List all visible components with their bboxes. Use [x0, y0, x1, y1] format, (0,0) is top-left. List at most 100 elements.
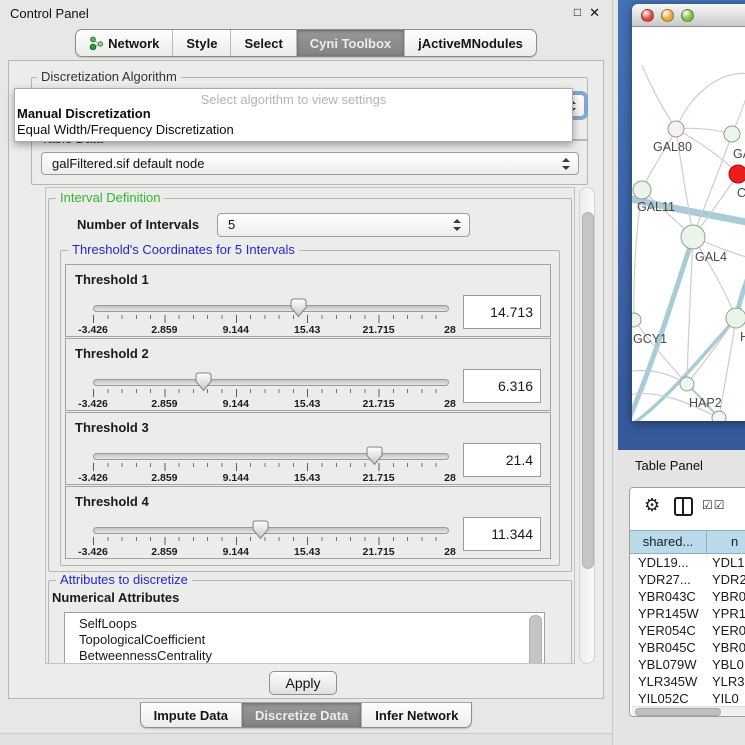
threshold-value-field[interactable]: 21.4	[463, 443, 541, 477]
threshold-value-field[interactable]: 14.713	[463, 295, 541, 329]
cyni-toolbox-panel: Discretization Algorithm Select algorith…	[8, 60, 604, 699]
network-node[interactable]	[726, 308, 745, 328]
tick-label: 2.859	[151, 546, 177, 558]
attribute-item[interactable]: BetweennessCentrality	[65, 648, 544, 664]
network-node-label: GCY1	[633, 332, 667, 346]
combo-arrows-icon	[453, 219, 461, 231]
application-window: Control Panel □ ✕ NetworkStyleSelectCyni…	[0, 0, 745, 745]
tick-label: -3.426	[78, 398, 108, 410]
threshold-value-field[interactable]: 6.316	[463, 369, 541, 403]
column-header-name[interactable]: n	[707, 530, 745, 554]
table-row[interactable]: YBR045C YBR0	[630, 639, 745, 656]
close-panel-icon[interactable]: ✕	[589, 5, 600, 21]
interval-definition-group-title: Interval Definition	[56, 191, 164, 205]
network-node[interactable]	[633, 181, 651, 199]
table-horizontal-scrollbar[interactable]	[632, 706, 745, 717]
table-row[interactable]: YPR145W YPR1	[630, 605, 745, 622]
column-header-shared-name[interactable]: shared...	[630, 530, 707, 554]
right-region: GAL80GALCDGAL11GAL4GCY1HIHAP2 Table Pane…	[612, 0, 745, 745]
network-node-label: GAL80	[653, 140, 692, 154]
tick-label: 9.144	[223, 324, 249, 336]
threshold-slider-track[interactable]	[93, 305, 449, 312]
tab-style[interactable]: Style	[173, 30, 231, 56]
close-window-icon[interactable]	[641, 9, 654, 22]
tick-label: 2.859	[151, 324, 177, 336]
table-data-select-value: galFiltered.sif default node	[52, 156, 204, 171]
float-window-icon[interactable]: □	[574, 5, 581, 21]
table-row[interactable]: YBR043C YBR0	[630, 588, 745, 605]
network-edge[interactable]	[642, 65, 676, 129]
algorithm-hint: Select algorithm to view settings	[15, 92, 572, 107]
table-panel-titlebar: Table Panel	[618, 450, 745, 480]
threshold-slider-track[interactable]	[93, 453, 449, 460]
network-node[interactable]	[724, 126, 740, 142]
threshold-label: Threshold 4	[75, 494, 149, 509]
network-edge[interactable]	[676, 73, 745, 129]
network-edge[interactable]	[687, 318, 736, 384]
threshold-value-field[interactable]: 11.344	[463, 517, 541, 551]
network-node[interactable]	[681, 225, 705, 249]
tab-jactivemnodules[interactable]: jActiveMNodules	[405, 30, 536, 56]
algorithm-option[interactable]: Manual Discretization	[15, 106, 572, 122]
tick-label: 15.43	[294, 324, 320, 336]
network-node[interactable]	[632, 313, 641, 327]
control-panel-titlebar: Control Panel □ ✕	[0, 0, 612, 26]
table-row[interactable]: YLR345W YLR3	[630, 673, 745, 690]
tab-cyni-toolbox[interactable]: Cyni Toolbox	[297, 30, 405, 56]
network-node-label: GAL	[733, 147, 745, 161]
select-columns-icons[interactable]: ☑☑	[702, 498, 726, 512]
tick-label: -3.426	[78, 324, 108, 336]
network-window-titlebar[interactable]	[632, 4, 745, 27]
attribute-item[interactable]: TopologicalCoefficient	[65, 632, 544, 648]
table-row[interactable]: YIL052C YIL0	[630, 690, 745, 707]
table-row[interactable]: YER054C YER0	[630, 622, 745, 639]
discretization-algorithm-group-title: Discretization Algorithm	[37, 70, 181, 84]
tick-label: 2.859	[151, 472, 177, 484]
threshold-panel: Threshold 2 -3.4262.8599.14415.4321.7152…	[65, 338, 551, 411]
column-manager-icon[interactable]	[674, 497, 693, 516]
gear-icon[interactable]: ⚙	[644, 494, 660, 516]
network-edge[interactable]	[642, 129, 676, 190]
settings-scrollbar[interactable]	[579, 187, 595, 664]
table-hscrollbar-thumb[interactable]	[635, 708, 721, 716]
tick-label: 15.43	[294, 546, 320, 558]
threshold-slider-track[interactable]	[93, 379, 449, 386]
network-node-label: CD	[737, 186, 745, 200]
tick-label: 21.715	[363, 398, 395, 410]
table-row[interactable]: YDL19... YDL1	[630, 554, 745, 571]
table-row[interactable]: YDR27... YDR2	[630, 571, 745, 588]
attribute-item[interactable]: SelfLoops	[65, 616, 544, 632]
numerical-attributes-label: Numerical Attributes	[52, 590, 179, 605]
number-of-intervals-select[interactable]: 5	[217, 213, 470, 237]
network-view-window: GAL80GALCDGAL11GAL4GCY1HIHAP2	[632, 4, 745, 421]
network-canvas[interactable]: GAL80GALCDGAL11GAL4GCY1HIHAP2	[632, 27, 745, 421]
zoom-window-icon[interactable]	[681, 9, 694, 22]
tab-select[interactable]: Select	[231, 30, 296, 56]
network-node[interactable]	[712, 411, 726, 421]
table-row[interactable]: YBL079W YBL0	[630, 656, 745, 673]
attributes-list-scrollbar[interactable]	[529, 615, 542, 664]
threshold-slider-track[interactable]	[93, 527, 449, 534]
threshold-panel: Threshold 3 -3.4262.8599.14415.4321.7152…	[65, 412, 551, 485]
numerical-attributes-list[interactable]: SelfLoopsTopologicalCoefficientBetweenne…	[64, 612, 545, 664]
tick-label: 2.859	[151, 398, 177, 410]
network-node[interactable]	[729, 165, 745, 183]
tab-network[interactable]: Network	[76, 30, 173, 56]
algorithm-option[interactable]: Equal Width/Frequency Discretization	[15, 122, 572, 138]
table-data-select[interactable]: galFiltered.sif default node	[41, 152, 579, 175]
threshold-label: Threshold 2	[75, 346, 149, 361]
network-node[interactable]	[680, 377, 694, 391]
tick-label: 28	[444, 324, 456, 336]
number-of-intervals-label: Number of Intervals	[77, 217, 199, 232]
thresholds-group-title: Threshold's Coordinates for 5 Intervals	[68, 243, 299, 257]
tab-discretize-data[interactable]: Discretize Data	[242, 703, 362, 727]
network-node[interactable]	[668, 121, 684, 137]
minimize-window-icon[interactable]	[661, 9, 674, 22]
tab-infer-network[interactable]: Infer Network	[362, 703, 471, 727]
table-panel: ⚙ ☑☑ shared... n YDL19... YDL1 YDR27... …	[629, 487, 745, 717]
attributes-group-title: Attributes to discretize	[56, 573, 192, 587]
apply-button[interactable]: Apply	[269, 671, 337, 695]
tick-label: 21.715	[363, 324, 395, 336]
tab-impute-data[interactable]: Impute Data	[141, 703, 242, 727]
settings-scrollbar-thumb[interactable]	[582, 212, 594, 569]
